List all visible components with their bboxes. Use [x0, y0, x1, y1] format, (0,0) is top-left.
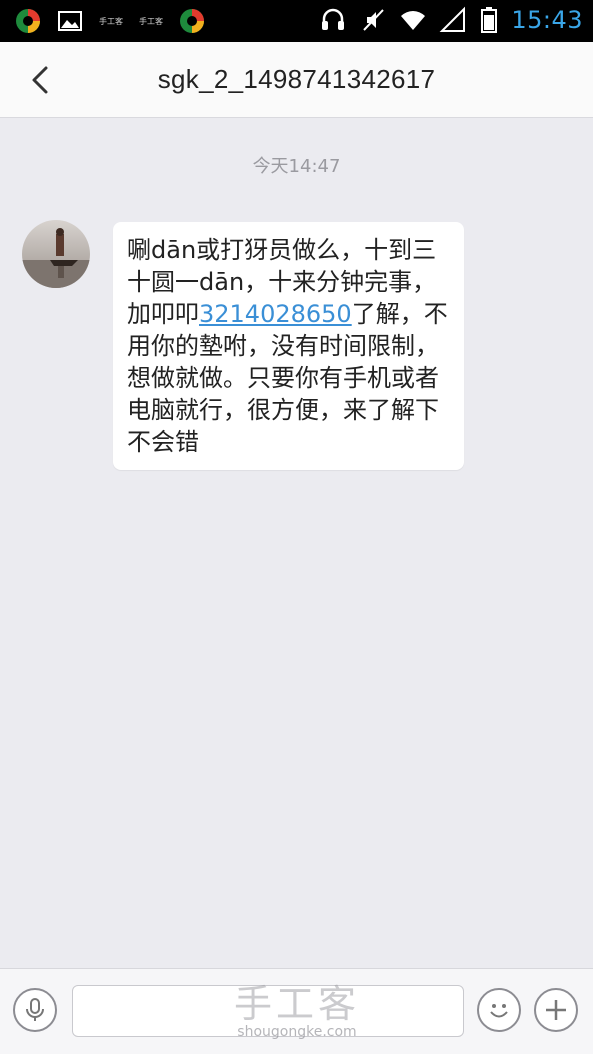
app-icon — [180, 9, 204, 33]
plus-icon — [546, 1000, 566, 1020]
mute-icon — [363, 9, 385, 31]
gallery-icon — [58, 11, 82, 31]
app-icon — [16, 9, 40, 33]
status-bar: 手工客 手工客 15:43 — [0, 0, 593, 42]
microphone-icon — [26, 998, 44, 1021]
input-bar — [0, 968, 593, 1054]
smiley-icon — [490, 1004, 508, 1018]
chat-header: sgk_2_1498741342617 — [0, 42, 593, 118]
status-clock: 15:43 — [511, 6, 583, 34]
avatar[interactable] — [22, 220, 90, 288]
message-input[interactable] — [72, 985, 464, 1037]
message-bubble: 唰dān或打犽员做么，十到三十圆一dān，十来分钟完事，加叩叩321402865… — [113, 222, 464, 470]
signal-icon — [439, 6, 466, 32]
voice-button[interactable] — [13, 988, 57, 1032]
status-app-label: 手工客 — [99, 16, 123, 26]
message-timestamp: 今天14:47 — [252, 156, 341, 177]
emoji-button[interactable] — [477, 988, 521, 1032]
status-app-label: 手工客 — [139, 16, 163, 26]
battery-icon — [481, 7, 498, 33]
headset-icon — [322, 8, 345, 30]
page-title: sgk_2_1498741342617 — [157, 64, 436, 94]
phone-number-link[interactable]: 3214028650 — [199, 300, 352, 328]
chevron-left-icon[interactable] — [22, 62, 58, 98]
wifi-icon — [401, 11, 426, 30]
more-button[interactable] — [534, 988, 578, 1032]
